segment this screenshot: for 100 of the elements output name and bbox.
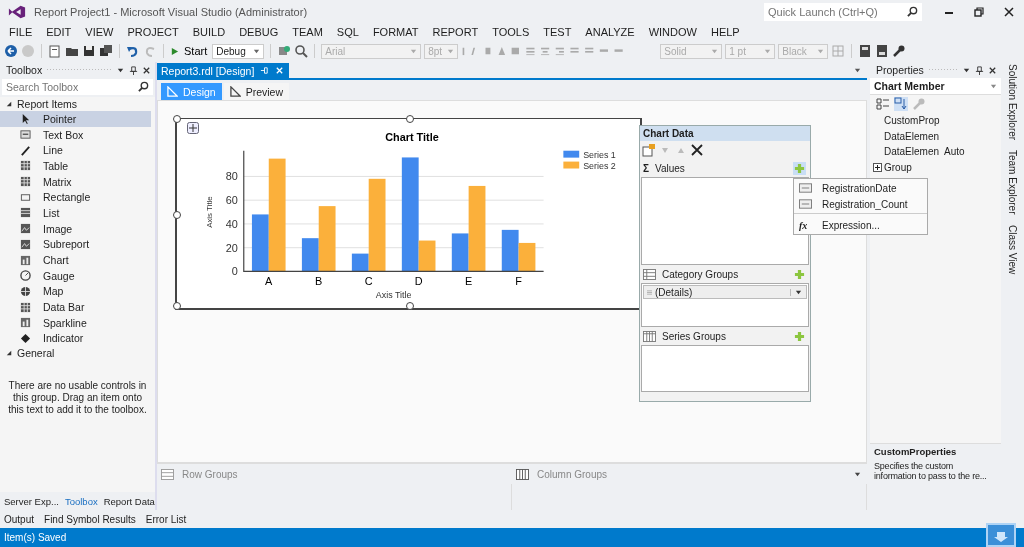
line-icon	[20, 144, 31, 156]
back-icon[interactable]	[4, 44, 18, 58]
menu-item[interactable]: SQL	[329, 26, 366, 38]
undo-icon[interactable]	[126, 44, 140, 58]
expander-icon[interactable]	[6, 350, 12, 357]
report-page-icon[interactable]	[858, 44, 873, 58]
toolbox-item[interactable]: Gauge	[0, 267, 151, 284]
menu-item[interactable]: BUILD	[185, 26, 233, 38]
panel-tab[interactable]: Report Data	[103, 495, 155, 507]
drop-zone[interactable]: (Details)	[641, 283, 809, 327]
find-icon[interactable]	[277, 44, 292, 58]
restore-icon[interactable]	[974, 7, 984, 17]
document-tab[interactable]: Report3.rdl [Design]	[157, 63, 261, 78]
new-project-icon[interactable]	[48, 44, 62, 58]
toolbox-item[interactable]: Subreport	[0, 236, 151, 253]
play-icon[interactable]	[170, 46, 179, 56]
toolbox-item[interactable]: Image	[0, 220, 151, 237]
menu-item[interactable]: HELP	[703, 26, 747, 38]
panel-tab[interactable]: Toolbox	[64, 495, 98, 507]
resize-handle[interactable]	[173, 115, 181, 123]
configuration-dropdown[interactable]: Debug	[212, 43, 265, 59]
save-all-icon[interactable]	[99, 44, 113, 58]
toolbox-group[interactable]: General	[17, 347, 55, 360]
panel-title: Toolbox	[6, 64, 43, 76]
category-label: B	[315, 275, 323, 288]
menu-item[interactable]: EDIT	[39, 26, 79, 38]
grid-icon	[20, 301, 31, 313]
menu-item[interactable]: PROJECT	[120, 26, 186, 38]
toolbox-group[interactable]: Report Items	[17, 98, 78, 110]
sort-alphabetical-icon[interactable]	[894, 97, 908, 111]
menu-item[interactable]: WINDOW	[641, 26, 704, 38]
menu-item[interactable]: FORMAT	[365, 26, 426, 38]
axis-tick-label: 80	[225, 170, 238, 183]
output-tab[interactable]: Find Symbol Results	[44, 513, 136, 525]
ruler-icon	[167, 86, 178, 97]
close-icon[interactable]	[142, 65, 151, 75]
menu-item[interactable]: FILE	[2, 26, 40, 38]
menu-item[interactable]: REPORT	[425, 26, 486, 38]
columns-icon	[643, 330, 656, 342]
toolbox-item[interactable]: Chart	[0, 252, 151, 268]
close-icon[interactable]	[988, 65, 997, 75]
view-tab[interactable]: Preview	[223, 83, 290, 100]
toolbox-item[interactable]: Table	[0, 158, 151, 174]
menu-item[interactable]: ANALYZE	[578, 26, 642, 38]
wrench-icon[interactable]	[892, 44, 907, 58]
notification-icon[interactable]	[986, 523, 1016, 547]
toolbox-item[interactable]: Sparkline	[0, 314, 151, 331]
move-handle-icon[interactable]	[187, 122, 199, 134]
delete-icon[interactable]	[690, 143, 704, 157]
output-tab[interactable]: Output	[4, 513, 35, 525]
toolbox-item[interactable]: Data Bar	[0, 299, 151, 315]
side-tab[interactable]: Class View	[1006, 224, 1018, 274]
toolbox-item[interactable]: Pointer	[0, 111, 151, 127]
caret-icon[interactable]	[854, 470, 861, 478]
resize-handle[interactable]	[406, 115, 414, 123]
resize-handle[interactable]	[173, 211, 181, 219]
start-button[interactable]: Start	[182, 45, 210, 57]
category-label: E	[465, 275, 473, 288]
menu-item[interactable]: RegistrationDate	[794, 180, 927, 196]
field-icon	[799, 199, 812, 209]
quick-launch-field[interactable]: Quick Launch (Ctrl+Q)	[764, 3, 922, 21]
resize-handle[interactable]	[406, 302, 414, 310]
resize-handle[interactable]	[173, 302, 181, 310]
menu-item[interactable]: TEST	[536, 26, 579, 38]
image-icon	[20, 238, 31, 250]
legend-label: Series 2	[583, 160, 616, 171]
toolbox-item[interactable]: Rectangle	[0, 189, 151, 206]
object-dropdown[interactable]: Chart Member	[870, 78, 1001, 95]
list-icon	[20, 207, 31, 219]
expander-icon[interactable]	[6, 101, 12, 107]
side-tab[interactable]: Team Explorer	[1006, 150, 1018, 215]
search-field[interactable]: Search Toolbox	[2, 79, 153, 95]
toolbox-item[interactable]: Map	[0, 283, 151, 300]
search-icon	[907, 6, 918, 17]
chart-icon	[20, 317, 31, 329]
expand-icon[interactable]	[873, 162, 882, 172]
pin-icon[interactable]	[975, 65, 984, 75]
toolbox-item[interactable]: Indicator	[0, 330, 151, 347]
menu-item[interactable]: VIEW	[78, 26, 121, 38]
caret-icon[interactable]	[253, 47, 261, 55]
pin-icon[interactable]	[129, 65, 138, 75]
categorized-icon[interactable]	[876, 97, 890, 111]
column-groups-label: Column Groups	[537, 468, 608, 480]
toolbox-item[interactable]: Text Box	[0, 126, 151, 143]
toolbox-item[interactable]: Matrix	[0, 173, 151, 190]
caret-icon[interactable]	[854, 66, 861, 74]
menu-item[interactable]: fx Expression...	[794, 217, 927, 233]
side-tab[interactable]: Solution Explorer	[1006, 64, 1018, 141]
toolbox-item[interactable]: List	[0, 205, 151, 221]
panel-tab[interactable]: Server Exp...	[4, 495, 59, 507]
menu-item[interactable]: TEAM	[285, 26, 330, 38]
menu-item[interactable]: DEBUG	[232, 26, 286, 38]
zoom-icon[interactable]	[294, 44, 309, 58]
output-tab[interactable]: Error List	[145, 513, 187, 525]
report-body[interactable]: Chart Title 0 20 40 60 80 A B C D E F Axis Title Axis Title Series 1 Series 2	[175, 118, 642, 310]
menu-item[interactable]: TOOLS	[485, 26, 537, 38]
toolbox-item[interactable]: Line	[0, 142, 151, 159]
save-icon[interactable]	[82, 44, 96, 58]
report-footer-icon[interactable]	[875, 44, 890, 58]
close-icon[interactable]	[1004, 7, 1014, 17]
